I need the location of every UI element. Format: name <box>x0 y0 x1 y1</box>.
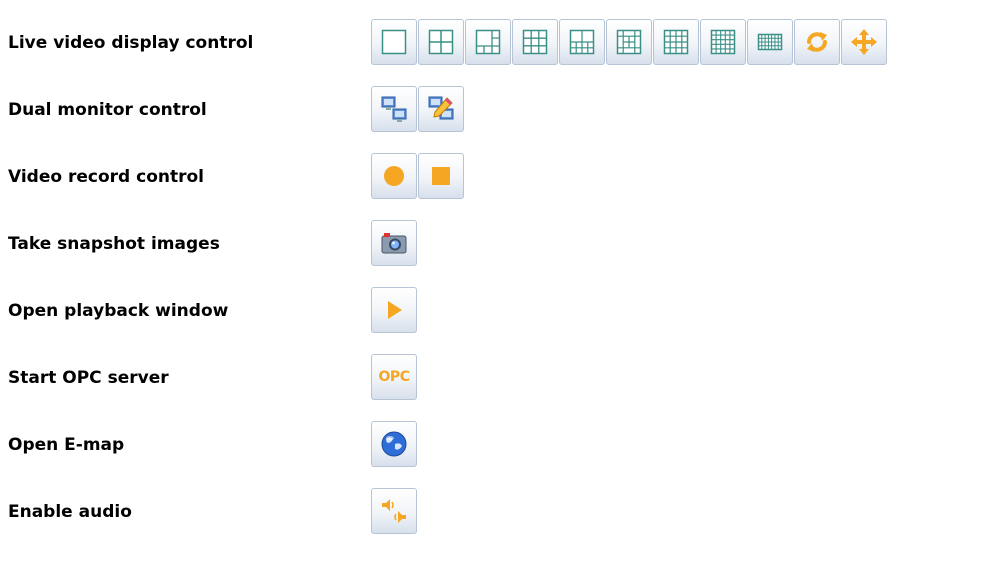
layout-9-icon <box>522 29 548 55</box>
dual-monitor-icon <box>381 96 407 122</box>
dual-monitor-button[interactable] <box>371 86 417 132</box>
layout-25-button[interactable] <box>700 19 746 65</box>
playback-label: Open playback window <box>8 301 229 321</box>
playback-button[interactable] <box>371 287 417 333</box>
layout-13-icon <box>616 29 642 55</box>
dual-monitor-edit-button[interactable] <box>418 86 464 132</box>
emap-label: Open E-map <box>8 435 125 455</box>
layout-10-button[interactable] <box>559 19 605 65</box>
layout-1-button[interactable] <box>371 19 417 65</box>
layout-36-icon <box>757 33 783 51</box>
record-button[interactable] <box>371 153 417 199</box>
refresh-icon <box>807 32 827 52</box>
row-audio: Enable audio <box>0 488 1006 536</box>
opc-label: Start OPC server <box>8 368 169 388</box>
live-video-toolbar <box>371 19 887 67</box>
row-emap: Open E-map <box>0 421 1006 469</box>
row-dual-monitor: Dual monitor control <box>0 86 1006 134</box>
opc-toolbar: OPC <box>371 354 417 402</box>
refresh-button[interactable] <box>794 19 840 65</box>
globe-icon <box>381 431 407 457</box>
snapshot-label: Take snapshot images <box>8 234 220 254</box>
opc-icon: OPC <box>378 369 410 385</box>
layout-36-button[interactable] <box>747 19 793 65</box>
stop-button[interactable] <box>418 153 464 199</box>
row-opc: Start OPC server OPC <box>0 354 1006 402</box>
opc-button[interactable]: OPC <box>371 354 417 400</box>
layout-4-icon <box>428 29 454 55</box>
row-snapshot: Take snapshot images <box>0 220 1006 268</box>
layout-13-button[interactable] <box>606 19 652 65</box>
move-icon <box>851 29 877 55</box>
record-icon <box>384 166 404 186</box>
video-record-label: Video record control <box>8 167 204 187</box>
play-icon <box>388 301 402 319</box>
layout-10-icon <box>569 29 595 55</box>
row-live-video: Live video display control <box>0 19 1006 67</box>
dual-monitor-edit-icon <box>428 96 454 120</box>
move-button[interactable] <box>841 19 887 65</box>
layout-6-icon <box>475 29 501 55</box>
playback-toolbar <box>371 287 417 335</box>
layout-6-button[interactable] <box>465 19 511 65</box>
snapshot-toolbar <box>371 220 417 268</box>
row-playback: Open playback window <box>0 287 1006 335</box>
live-video-label: Live video display control <box>8 33 254 53</box>
audio-toolbar <box>371 488 417 536</box>
layout-4-button[interactable] <box>418 19 464 65</box>
audio-label: Enable audio <box>8 502 132 522</box>
layout-16-icon <box>663 29 689 55</box>
layout-1-icon <box>381 29 407 55</box>
video-record-toolbar <box>371 153 464 201</box>
emap-toolbar <box>371 421 417 469</box>
audio-icon <box>382 499 406 523</box>
layout-25-icon <box>710 29 736 55</box>
row-video-record: Video record control <box>0 153 1006 201</box>
layout-16-button[interactable] <box>653 19 699 65</box>
audio-button[interactable] <box>371 488 417 534</box>
stop-icon <box>432 167 450 185</box>
emap-button[interactable] <box>371 421 417 467</box>
dual-monitor-label: Dual monitor control <box>8 100 207 120</box>
layout-9-button[interactable] <box>512 19 558 65</box>
snapshot-button[interactable] <box>371 220 417 266</box>
camera-icon <box>381 233 407 254</box>
dual-monitor-toolbar <box>371 86 464 134</box>
